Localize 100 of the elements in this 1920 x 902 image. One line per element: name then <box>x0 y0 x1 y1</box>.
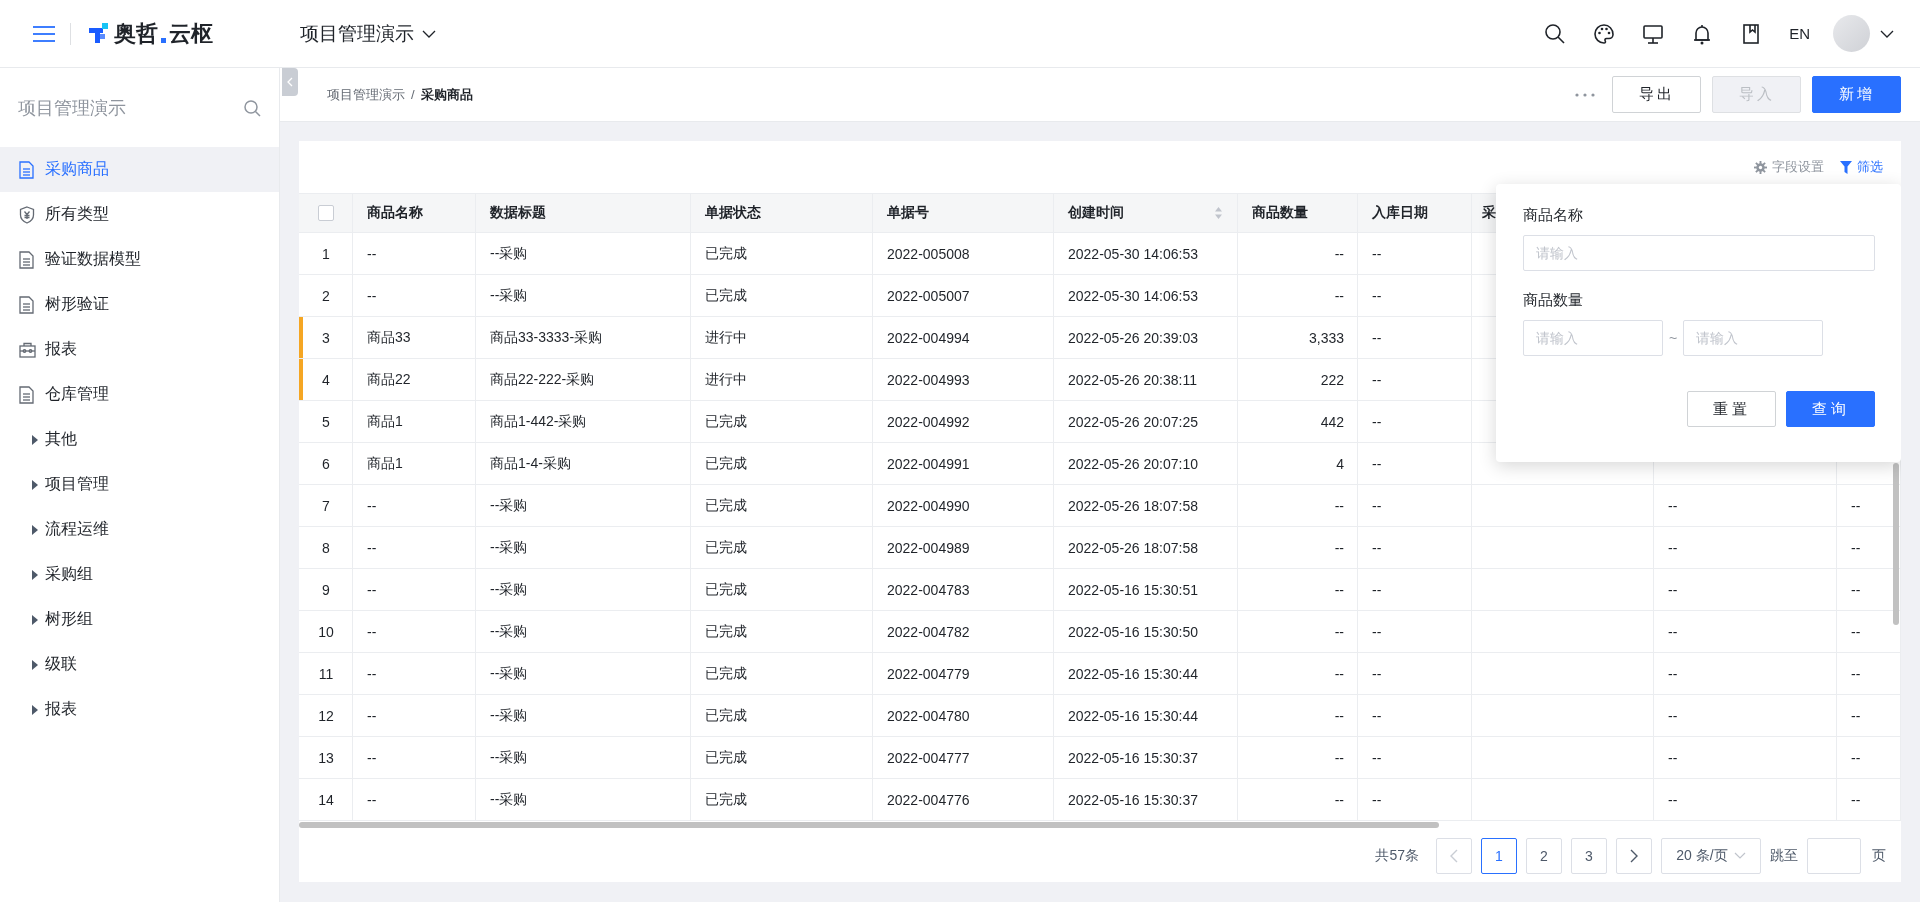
search-icon[interactable] <box>1544 22 1567 45</box>
table-cell-text: --采购 <box>489 579 529 599</box>
sidebar-item[interactable]: 仓库管理 <box>0 372 279 417</box>
caret-right-icon <box>31 614 39 625</box>
table-cell-text: 2022-004991 <box>886 454 971 474</box>
language-button[interactable]: EN <box>1789 25 1810 42</box>
table-cell-text: 3,333 <box>1307 328 1345 348</box>
sidebar-item[interactable]: 报表 <box>0 687 279 732</box>
page-input[interactable] <box>1807 837 1861 874</box>
sidebar-item[interactable]: 项目管理 <box>0 462 279 507</box>
input-field[interactable]: 请输入 <box>1523 235 1875 271</box>
sidebar-item[interactable]: 树形组 <box>0 597 279 642</box>
jump-label: 跳至 <box>1770 846 1798 865</box>
input-field[interactable]: 请输入 <box>1683 320 1824 356</box>
menu-icon[interactable] <box>32 23 56 44</box>
table-cell-text: -- <box>1333 580 1345 600</box>
table-cell-text: -- <box>1371 244 1383 264</box>
page-button[interactable]: 1 <box>1481 837 1517 874</box>
page-button[interactable]: 2 <box>1526 837 1562 874</box>
page-size-select[interactable]: 20 条/页 <box>1661 837 1761 874</box>
sidebar-item[interactable]: 采购商品 <box>0 147 279 192</box>
table-cell-text: 已完成 <box>704 579 748 599</box>
filter-button[interactable]: 筛选 <box>1840 158 1883 176</box>
monitor-icon[interactable] <box>1642 22 1665 45</box>
table-cell-text: 2022-05-26 20:38:11 <box>1067 370 1198 390</box>
table-cell-text: 已完成 <box>704 789 748 809</box>
reset-button[interactable]: 重置 <box>1687 391 1776 427</box>
table-cell-text: -- <box>366 496 378 516</box>
caret-right-icon <box>31 659 39 670</box>
table-cell-text: 商品1 <box>366 453 404 473</box>
table-cell-text: 商品22-222-采购 <box>489 369 596 389</box>
sidebar-item[interactable]: 树形验证 <box>0 282 279 327</box>
horizontal-scrollbar[interactable] <box>299 822 1439 828</box>
document-icon <box>19 250 34 269</box>
table-cell-text: -- <box>1333 286 1345 306</box>
gear-icon <box>1754 160 1767 174</box>
table-cell-text: -- <box>1333 706 1345 726</box>
sidebar-item[interactable]: 所有类型 <box>0 192 279 237</box>
sidebar-item[interactable]: 级联 <box>0 642 279 687</box>
checkbox[interactable] <box>317 205 334 221</box>
table-cell-text: 商品1 <box>366 411 404 431</box>
row-number: 1 <box>321 244 331 264</box>
chevron-left-icon <box>287 77 293 87</box>
table-cell-text: 已完成 <box>704 495 748 515</box>
table-cell-text: --采购 <box>489 243 529 263</box>
table-cell-text: -- <box>1850 664 1862 684</box>
page-button[interactable]: 3 <box>1571 837 1607 874</box>
table-cell-text: 已完成 <box>704 747 748 767</box>
row-number: 4 <box>299 359 353 400</box>
palette-icon[interactable] <box>1593 22 1616 45</box>
table-cell-text: 2022-004990 <box>886 496 971 516</box>
action-button[interactable]: 导出 <box>1612 76 1701 113</box>
action-button[interactable]: 新增 <box>1812 76 1901 113</box>
table-cell-text: -- <box>1333 790 1345 810</box>
document-icon <box>19 295 34 314</box>
table-cell-text: --采购 <box>489 747 529 767</box>
sidebar-item[interactable]: 验证数据模型 <box>0 237 279 282</box>
field-label: 商品数量 <box>1523 291 1584 310</box>
sidebar-item[interactable]: 其他 <box>0 417 279 462</box>
table-cell-text: 442 <box>1319 412 1345 432</box>
chevron-down-icon[interactable] <box>1880 29 1894 38</box>
column-header: 商品名称 <box>367 204 423 222</box>
table-cell-text: 商品1-442-采购 <box>489 411 588 431</box>
table-cell-text: 2022-05-26 20:39:03 <box>1067 328 1199 348</box>
chevron-right-icon <box>1630 848 1638 863</box>
next-page-button[interactable] <box>1616 837 1652 874</box>
breadcrumb-item[interactable]: 项目管理演示 <box>327 85 405 104</box>
vertical-scrollbar[interactable] <box>1893 463 1899 625</box>
table-cell-text: -- <box>1371 706 1383 726</box>
breadcrumb-separator: / <box>411 87 415 102</box>
table-cell-text: 商品1-4-采购 <box>489 453 572 473</box>
document-icon <box>19 385 34 404</box>
row-number: 11 <box>317 664 335 684</box>
table-cell-text: -- <box>1667 496 1679 516</box>
table-cell-text: -- <box>366 538 378 558</box>
logo-icon <box>89 22 111 45</box>
table-cell-text: 已完成 <box>704 453 748 473</box>
project-selector[interactable]: 项目管理演示 <box>300 20 436 47</box>
table-cell-text: -- <box>366 580 378 600</box>
table-cell-text: -- <box>1371 664 1383 684</box>
table-cell-text: --采购 <box>489 789 529 809</box>
table-cell-text: 已完成 <box>704 705 748 725</box>
sort-icon[interactable] <box>1214 206 1223 220</box>
breadcrumb-item: 采购商品 <box>420 85 473 104</box>
table-cell-text: -- <box>1333 496 1345 516</box>
more-icon[interactable] <box>1575 92 1595 97</box>
row-number: 9 <box>321 580 331 600</box>
table-cell-text: 2022-005008 <box>886 244 971 264</box>
row-number: 2 <box>321 286 331 306</box>
sidebar-item[interactable]: 采购组 <box>0 552 279 597</box>
table-cell-text: 222 <box>1319 370 1345 390</box>
collapse-tab[interactable] <box>282 68 298 96</box>
table-cell-text: 商品33 <box>366 327 412 347</box>
table-cell-text: 2022-004992 <box>886 412 971 432</box>
sidebar-item[interactable]: 流程运维 <box>0 507 279 552</box>
sidebar-item[interactable]: 报表 <box>0 327 279 372</box>
table-cell-text: -- <box>1371 370 1383 390</box>
query-button[interactable]: 查询 <box>1786 391 1875 427</box>
table-cell-text: -- <box>1850 496 1862 516</box>
input-field[interactable]: 请输入 <box>1523 320 1663 356</box>
